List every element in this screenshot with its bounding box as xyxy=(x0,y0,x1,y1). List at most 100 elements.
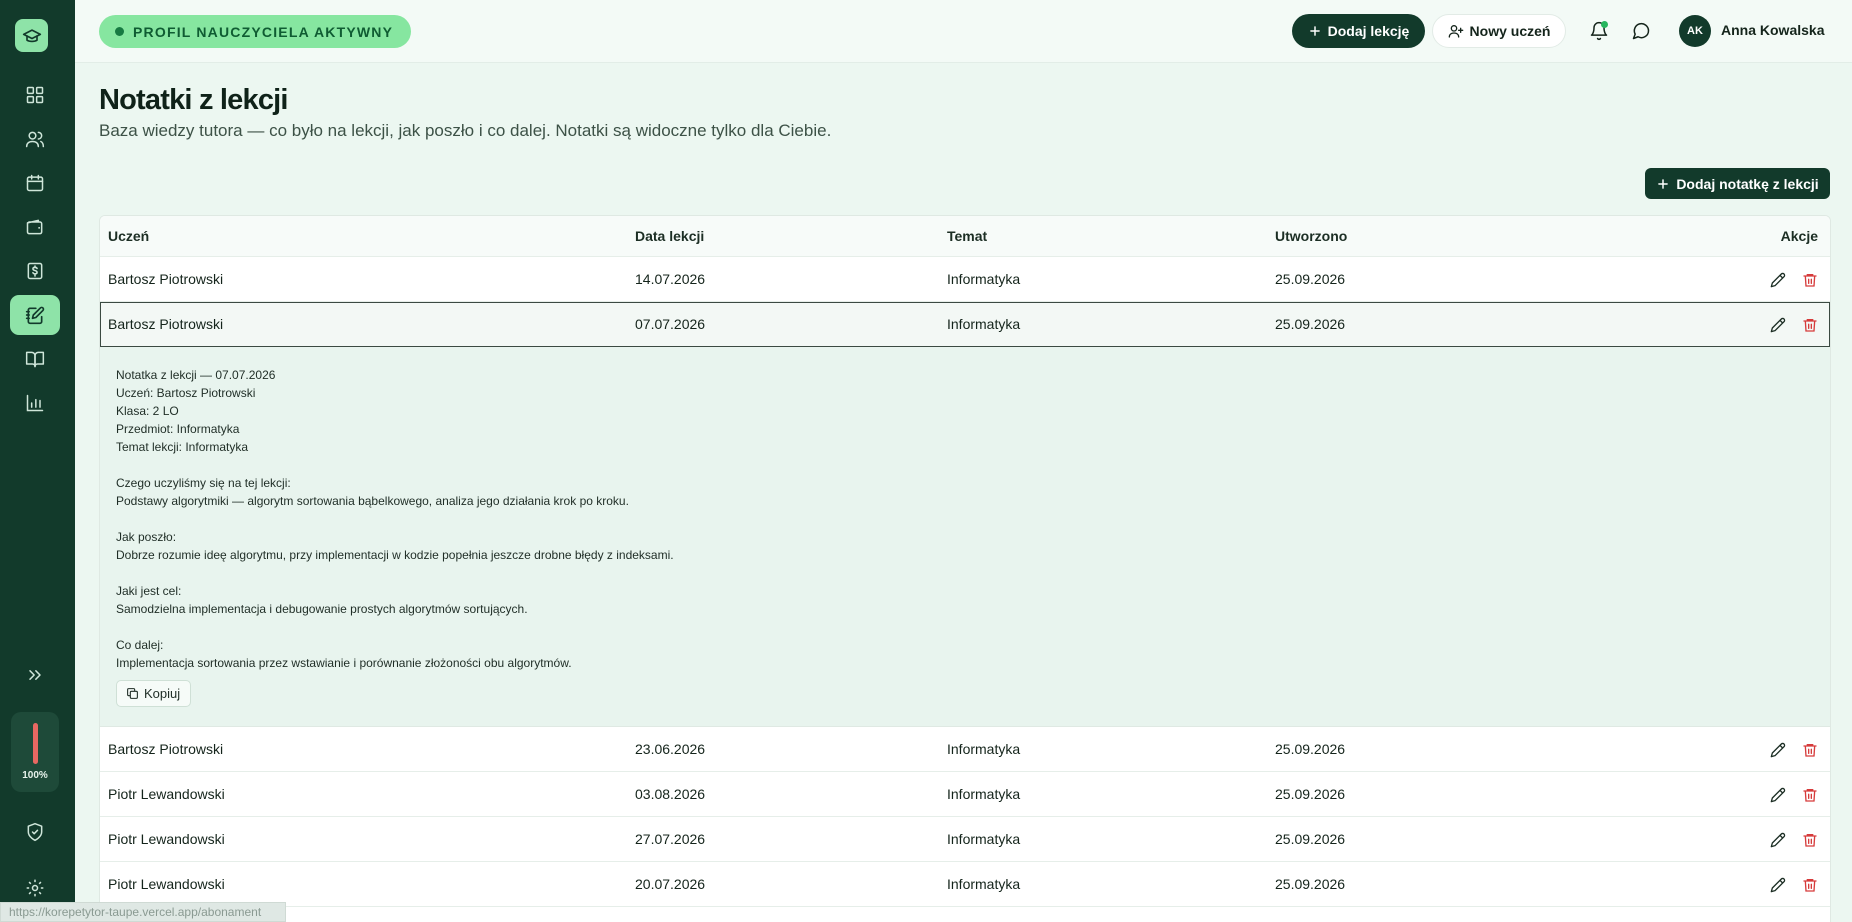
shield-check-icon xyxy=(27,822,43,842)
gear-icon xyxy=(26,879,44,897)
avatar[interactable]: AK xyxy=(1679,15,1711,47)
message-circle-icon xyxy=(1632,22,1650,40)
table-row[interactable]: Piotr Lewandowski 03.08.2026 Informatyka… xyxy=(100,772,1830,817)
table-row[interactable]: Bartosz Piotrowski 14.07.2026 Informatyk… xyxy=(100,257,1830,302)
edit-button[interactable] xyxy=(1770,832,1786,848)
sidebar-item-dashboard[interactable] xyxy=(10,75,60,115)
top-bar: PROFIL NAUCZYCIELA AKTYWNY Dodaj lekcję … xyxy=(75,0,1852,63)
note-line: Jak poszło: xyxy=(116,530,177,544)
delete-button[interactable] xyxy=(1802,787,1818,803)
note-line: Notatka z lekcji — 07.07.2026 xyxy=(116,368,276,382)
bar-chart-icon xyxy=(26,394,44,412)
new-student-label: Nowy uczeń xyxy=(1469,23,1551,39)
cell-topic: Informatyka xyxy=(947,741,1021,757)
column-header-actions: Akcje xyxy=(1780,228,1818,244)
sidebar-item-materials[interactable] xyxy=(10,339,60,379)
table-row[interactable]: Piotr Lewandowski 27.07.2026 Informatyka… xyxy=(100,817,1830,862)
row-actions xyxy=(1770,817,1818,862)
book-open-icon xyxy=(25,351,45,368)
note-line: Dobrze rozumie ideę algorytmu, przy impl… xyxy=(116,548,674,562)
delete-button[interactable] xyxy=(1802,877,1818,893)
edit-button[interactable] xyxy=(1770,877,1786,893)
pencil-icon xyxy=(1770,787,1786,802)
sidebar-item-students[interactable] xyxy=(10,119,60,159)
sidebar: 100% xyxy=(0,0,75,922)
sidebar-item-wallet[interactable] xyxy=(10,207,60,247)
cell-created: 25.09.2026 xyxy=(1275,271,1346,287)
row-actions xyxy=(1770,727,1818,772)
copy-button[interactable]: Kopiuj xyxy=(116,680,192,707)
status-dot xyxy=(115,27,124,36)
new-student-button[interactable]: Nowy uczeń xyxy=(1432,14,1566,48)
note-line: Jaki jest cel: xyxy=(116,584,182,598)
app-logo[interactable] xyxy=(15,19,48,52)
messages-button[interactable] xyxy=(1624,14,1658,48)
delete-button[interactable] xyxy=(1802,832,1818,848)
user-plus-icon xyxy=(1448,25,1463,38)
sidebar-item-reports[interactable] xyxy=(10,383,60,423)
cell-topic: Informatyka xyxy=(947,876,1021,892)
cell-student: Bartosz Piotrowski xyxy=(108,316,224,332)
calendar-icon xyxy=(26,174,44,192)
column-header-student[interactable]: Uczeń xyxy=(108,216,149,257)
edit-button[interactable] xyxy=(1770,742,1786,758)
column-header-created[interactable]: Utworzono xyxy=(1275,216,1347,257)
cell-topic: Informatyka xyxy=(947,831,1021,847)
edit-button[interactable] xyxy=(1770,317,1786,333)
graduation-cap-icon xyxy=(22,28,41,42)
add-note-button[interactable]: Dodaj notatkę z lekcji xyxy=(1645,168,1830,199)
note-line xyxy=(116,564,674,582)
users-icon xyxy=(25,131,45,148)
grid-icon xyxy=(26,86,44,104)
note-line: Czego uczyliśmy się na tej lekcji: xyxy=(116,476,291,490)
page-title: Notatki z lekcji xyxy=(99,84,288,116)
sidebar-item-lesson-notes[interactable] xyxy=(10,295,60,335)
cell-created: 25.09.2026 xyxy=(1275,741,1346,757)
note-line: Samodzielna implementacja i debugowanie … xyxy=(116,602,528,616)
column-header-date[interactable]: Data lekcji xyxy=(635,216,704,257)
cell-topic: Informatyka xyxy=(947,786,1021,802)
usage-bar xyxy=(33,723,38,764)
status-bar-url: https://korepetytor-taupe.vercel.app/abo… xyxy=(0,902,286,922)
delete-button[interactable] xyxy=(1802,742,1818,758)
edit-button[interactable] xyxy=(1770,787,1786,803)
trash-icon xyxy=(1803,743,1817,757)
notification-dot xyxy=(1601,21,1608,28)
row-actions xyxy=(1770,772,1818,817)
delete-button[interactable] xyxy=(1802,317,1818,333)
cell-created: 25.09.2026 xyxy=(1275,831,1346,847)
sidebar-expand-button[interactable] xyxy=(10,655,60,695)
table-row-selected[interactable]: Bartosz Piotrowski 07.07.2026 Informatyk… xyxy=(100,302,1830,347)
notifications-button[interactable] xyxy=(1582,14,1616,48)
sidebar-item-payments[interactable] xyxy=(10,251,60,291)
wallet-icon xyxy=(26,219,43,235)
column-header-topic[interactable]: Temat xyxy=(947,216,987,257)
edit-button[interactable] xyxy=(1770,272,1786,288)
cell-date: 27.07.2026 xyxy=(635,831,706,847)
note-line: Temat lekcji: Informatyka xyxy=(116,440,249,454)
table-header: Uczeń Data lekcji Temat Utworzono Akcje xyxy=(100,216,1830,257)
note-line: Implementacja sortowania przez wstawiani… xyxy=(116,656,572,670)
note-line: Podstawy algorytmiki — algorytm sortowan… xyxy=(116,494,629,508)
user-name[interactable]: Anna Kowalska xyxy=(1721,22,1824,38)
sidebar-item-security[interactable] xyxy=(10,812,60,852)
usage-indicator[interactable]: 100% xyxy=(11,712,59,792)
table-row[interactable]: Bartosz Piotrowski 23.06.2026 Informatyk… xyxy=(100,727,1830,772)
trash-icon xyxy=(1803,878,1817,892)
notes-table: Uczeń Data lekcji Temat Utworzono Akcje … xyxy=(99,215,1831,922)
cell-date: 07.07.2026 xyxy=(635,316,706,332)
trash-icon xyxy=(1803,273,1817,287)
trash-icon xyxy=(1803,833,1817,847)
chevrons-right-icon xyxy=(29,670,41,680)
add-lesson-button[interactable]: Dodaj lekcję xyxy=(1292,14,1425,48)
note-line: Klasa: 2 LO xyxy=(116,404,179,418)
dollar-icon xyxy=(27,262,43,280)
table-row[interactable]: Piotr Lewandowski 20.07.2026 Informatyka… xyxy=(100,862,1830,907)
delete-button[interactable] xyxy=(1802,272,1818,288)
note-line: Uczeń: Bartosz Piotrowski xyxy=(116,386,256,400)
note-detail-panel: Notatka z lekcji — 07.07.2026 Uczeń: Bar… xyxy=(100,347,1830,727)
note-line xyxy=(116,456,674,474)
sidebar-item-calendar[interactable] xyxy=(10,163,60,203)
note-content[interactable]: Notatka z lekcji — 07.07.2026 Uczeń: Bar… xyxy=(116,366,674,672)
plus-icon xyxy=(1309,26,1320,36)
